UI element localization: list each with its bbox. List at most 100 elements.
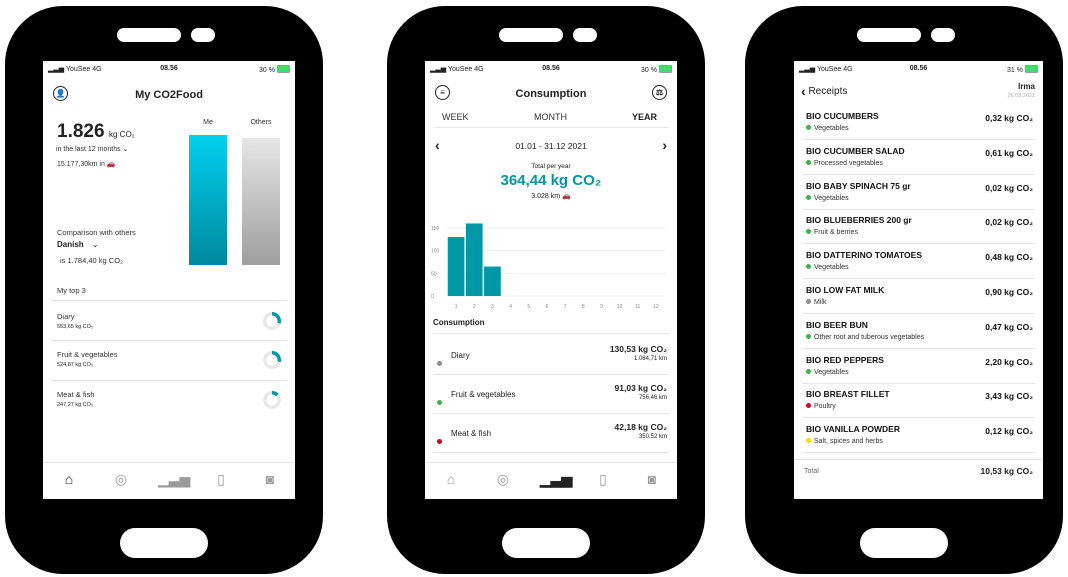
comparison-label: Comparison with others (57, 228, 136, 237)
product-name: BIO VANILLA POWDER (806, 424, 900, 435)
product-co2: 0,02 kg CO₂ (985, 182, 1033, 193)
product-category: Salt, spices and herbs (806, 438, 883, 445)
country-dropdown[interactable]: Danish ⌄ (57, 240, 99, 249)
battery-icon (277, 65, 290, 73)
status-bar: ▂▃▅ YouSee 4G 08.56 31 % (794, 65, 1043, 77)
tab-week[interactable]: WEEK (442, 112, 469, 122)
speaker (857, 28, 921, 42)
column-label-others: Others (250, 119, 272, 126)
product-name: BIO LOW FAT MILK (806, 285, 885, 295)
receipt-item[interactable]: BIO RED PEPPERS Vegetables 2,20 kg CO₂ (794, 353, 1043, 387)
bar-month-2[interactable] (465, 223, 483, 296)
y-tick-label: 100 (431, 249, 440, 255)
total-km: 3.028 km 🚗 (531, 193, 571, 200)
phone-frame-3: ▂▃▅ YouSee 4G 08.56 31 % ‹ Receipts Irma… (745, 6, 1063, 574)
divider (802, 313, 1035, 314)
x-tick-label: 6 (546, 304, 549, 310)
category-name: Meat & fish (451, 429, 492, 438)
x-tick-label: 9 (600, 304, 603, 310)
camera-icon[interactable]: ◙ (259, 471, 281, 487)
screen-consumption: ▂▃▅ YouSee 4G 08.56 30 % ≡ Consumption ⚖… (425, 61, 677, 499)
receipt-icon[interactable]: ▯ (592, 471, 614, 488)
receipt-item[interactable]: BIO CUCUMBERS Vegetables 0,32 kg CO₂ (794, 109, 1043, 143)
phone-frame-1: ▂▃▅ YouSee 4G 08.56 30 % 👤 My CO2Food 1.… (5, 6, 323, 574)
chart-icon[interactable]: ▁▃▅ (158, 471, 190, 488)
next-period-button[interactable]: › (662, 137, 667, 153)
chart-icon[interactable]: ▁▃▅ (540, 471, 572, 488)
product-category: Fruit & berries (806, 229, 858, 236)
chevron-down-icon: ⌄ (122, 146, 129, 153)
car-icon: 🚗 (106, 161, 116, 168)
product-category: Poultry (806, 403, 836, 410)
divider (802, 347, 1035, 349)
receipt-date: 26.03.2021 (1007, 93, 1035, 99)
page-title: My CO2Food (135, 89, 203, 101)
tab-year[interactable]: YEAR (632, 112, 657, 122)
receipt-item[interactable]: BIO VANILLA POWDER Salt, spices and herbs… (794, 422, 1043, 456)
product-name: BIO BREAST FILLET (806, 389, 890, 400)
screen-my-co2food: ▂▃▅ YouSee 4G 08.56 30 % 👤 My CO2Food 1.… (43, 61, 295, 499)
receipt-item[interactable]: BIO BEER BUN Other root and tuberous vege… (794, 318, 1043, 352)
consumption-row[interactable]: Diary 130,53 kg CO₂ 1.084,71 km (425, 336, 677, 375)
monthly-bar-chart: 1501005001 2 3 4 5 6 7 8 9 10 11 12 (431, 223, 665, 310)
tab-bar: ⌂ ◎ ▁▃▅ ▯ ◙ (43, 462, 295, 499)
target-icon[interactable]: ◎ (110, 471, 132, 488)
receipt-item[interactable]: BIO BABY SPINACH 75 gr Vegetables 0,02 kg … (794, 179, 1043, 213)
receipt-item[interactable]: BIO DATTERINO TOMATOES Vegetables 0,48 kg … (794, 248, 1043, 282)
y-tick-label: 50 (431, 271, 437, 277)
product-name: BIO CUCUMBERS (806, 111, 879, 121)
product-co2: 0,12 kg CO₂ (985, 426, 1033, 437)
receipt-item[interactable]: BIO BLUEBERRIES 200 gr Fruit & berries 0,0… (794, 213, 1043, 247)
receipt-item[interactable]: BIO BREAST FILLET Poultry 3,43 kg CO₂ (794, 387, 1043, 421)
home-button[interactable] (860, 528, 948, 558)
top3-item[interactable]: Meat & fish 247,27 kg CO₂ (43, 385, 295, 423)
share-ring-icon (263, 351, 281, 369)
back-button[interactable]: ‹ Receipts (801, 83, 847, 99)
bar-month-1[interactable] (447, 237, 465, 296)
battery-icon (1025, 65, 1038, 73)
product-category: Processed vegetables (806, 159, 883, 167)
share-ring-icon (263, 391, 281, 409)
product-name: BIO BEER BUN (806, 319, 868, 330)
scale-icon[interactable]: ⚖ (652, 85, 667, 100)
km-equivalent: 15.177,30km in 🚗 (57, 161, 116, 168)
category-name: Fruit & vegetables (451, 390, 516, 399)
divider (51, 380, 287, 381)
product-co2: 0,02 kg CO₂ (985, 217, 1033, 228)
battery-icon (659, 65, 672, 73)
total-value: 364,44 kg CO₂ (500, 172, 602, 189)
consumption-row[interactable]: Fruit & vegetables 91,03 kg CO₂ 756,46 km (425, 375, 677, 414)
product-category: Milk (806, 299, 826, 306)
comparison-value: is 1.784,40 kg CO₂ (60, 256, 123, 265)
product-category: Vegetables (806, 368, 849, 376)
target-icon[interactable]: ◎ (492, 471, 514, 488)
camera-icon[interactable]: ◙ (641, 471, 663, 487)
top3-item[interactable]: Diary 553,65 kg CO₂ (43, 306, 295, 344)
category-co2: 91,03 kg CO₂ (614, 383, 667, 393)
receipt-item[interactable]: BIO LOW FAT MILK Milk 0,90 kg CO₂ (794, 283, 1043, 317)
page-title: Consumption (515, 88, 587, 100)
divider (802, 278, 1035, 280)
share-ring-icon (263, 312, 281, 330)
product-category: Vegetables (806, 194, 849, 202)
category-dot (437, 353, 445, 371)
product-co2: 2,20 kg CO₂ (985, 356, 1033, 367)
phone-frame-2: ▂▃▅ YouSee 4G 08.56 30 % ≡ Consumption ⚖… (387, 6, 705, 574)
home-button[interactable] (502, 528, 590, 558)
receipt-user: Irma (1018, 82, 1035, 91)
period-dropdown[interactable]: in the last 12 months ⌄ (56, 145, 128, 153)
bar-month-3[interactable] (484, 266, 501, 296)
product-name: BIO RED PEPPERS (806, 354, 884, 365)
home-icon[interactable]: ⌂ (58, 471, 80, 487)
category-name: Diary (451, 351, 470, 360)
product-co2: 3,43 kg CO₂ (985, 391, 1033, 402)
consumption-row[interactable]: Meat & fish 42,18 kg CO₂ 350,52 km (425, 414, 677, 453)
receipt-item[interactable]: BIO CUCUMBER SALAD Processed vegetables 0,… (794, 144, 1043, 178)
x-tick-label: 1 (455, 304, 458, 310)
tab-month[interactable]: MONTH (534, 112, 567, 122)
home-icon[interactable]: ⌂ (440, 471, 462, 487)
divider (433, 333, 669, 334)
receipt-icon[interactable]: ▯ (210, 471, 232, 488)
home-button[interactable] (120, 528, 208, 558)
top3-item[interactable]: Fruit & vegetables 524,87 kg CO₂ (43, 345, 295, 383)
